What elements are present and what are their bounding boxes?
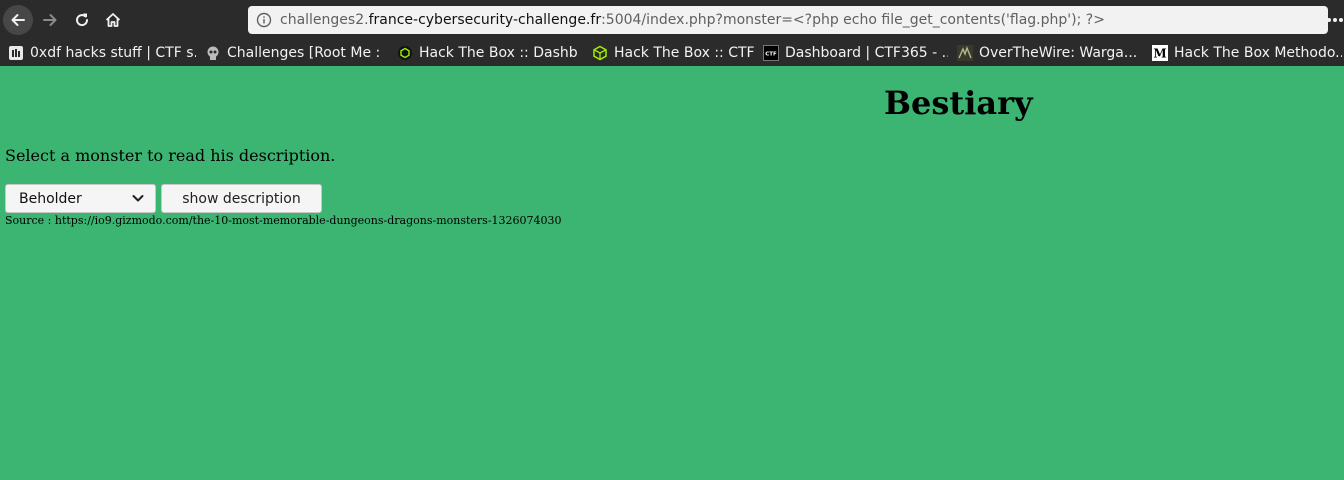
bookmark-label: OverTheWire: Warga... (979, 45, 1138, 61)
rootme-favicon (207, 46, 219, 60)
0xdf-favicon (9, 46, 23, 60)
bookmark-label: Dashboard | CTF365 - ... (785, 45, 948, 61)
htb-cube-favicon (593, 45, 607, 61)
bookmark-htb-dashboard[interactable]: Hack The Box :: Dashb... (397, 40, 579, 66)
url-path: :5004/index.php?monster=<?php echo file_… (601, 12, 1105, 28)
browser-toolbar: challenges2. france-cybersecurity-challen… (0, 0, 1344, 40)
bookmark-0xdf[interactable]: 0xdf hacks stuff | CTF s... (8, 40, 196, 66)
info-icon[interactable] (256, 12, 272, 28)
bookmark-label: Challenges [Root Me : ... (227, 45, 385, 61)
monster-select[interactable]: Beholder (5, 184, 156, 213)
home-button[interactable] (98, 5, 128, 35)
monster-select-value: Beholder (19, 190, 82, 207)
bookmark-htb-methodology[interactable]: M Hack The Box Methodo... (1152, 40, 1342, 66)
show-description-label: show description (182, 190, 301, 207)
back-button[interactable] (3, 5, 33, 35)
url-prefix: challenges2. (280, 12, 369, 28)
home-icon (105, 13, 121, 27)
url-domain: france-cybersecurity-challenge.fr (368, 12, 602, 28)
bookmark-rootme[interactable]: Challenges [Root Me : ... (205, 40, 385, 66)
more-dots-icon[interactable] (1326, 12, 1344, 28)
bookmark-label: Hack The Box :: Dashb... (419, 45, 579, 61)
url-bar[interactable]: challenges2. france-cybersecurity-challen… (248, 6, 1328, 34)
svg-text:CTF: CTF (765, 52, 777, 58)
bookmark-ctf365[interactable]: CTF Dashboard | CTF365 - ... (763, 40, 948, 66)
bookmark-label: Hack The Box Methodo... (1174, 45, 1342, 61)
medium-favicon: M (1152, 45, 1168, 61)
bookmark-htb-ctfs[interactable]: Hack The Box :: CTFs (592, 40, 754, 66)
back-arrow-icon (11, 14, 25, 26)
forward-button[interactable] (35, 5, 65, 35)
reload-button[interactable] (67, 5, 97, 35)
overthewire-favicon (957, 45, 973, 61)
bookmarks-bar: 0xdf hacks stuff | CTF s... Challenges [… (0, 40, 1344, 66)
source-text: Source : https://io9.gizmodo.com/the-10-… (5, 214, 562, 227)
htb-favicon (398, 46, 412, 60)
bookmark-label: Hack The Box :: CTFs (614, 45, 754, 61)
chevron-down-icon (132, 195, 144, 202)
bookmark-label: 0xdf hacks stuff | CTF s... (30, 45, 196, 61)
reload-icon (76, 13, 89, 27)
page-title: Bestiary (884, 84, 1033, 122)
bookmark-overthewire[interactable]: OverTheWire: Warga... (957, 40, 1141, 66)
intro-text: Select a monster to read his description… (5, 146, 336, 165)
show-description-button[interactable]: show description (161, 184, 322, 213)
ctf365-favicon: CTF (763, 45, 779, 61)
forward-arrow-icon (43, 14, 57, 26)
svg-text:M: M (1153, 47, 1166, 61)
